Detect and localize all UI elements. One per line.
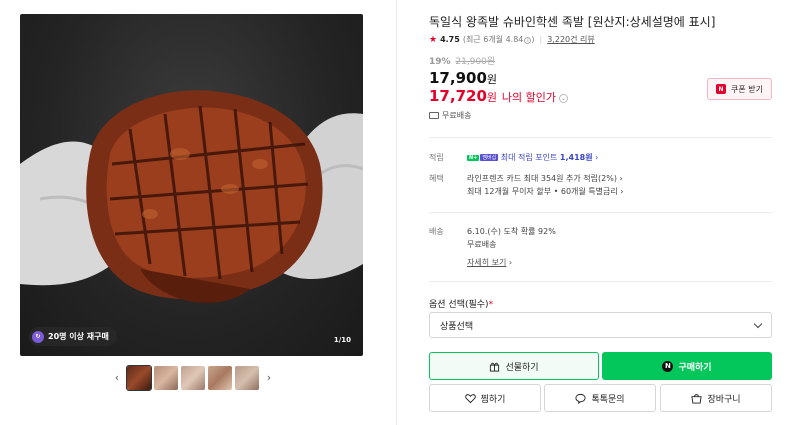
thumbnail-strip: ‹ › <box>110 364 276 391</box>
chevron-down-icon[interactable]: ⌄ <box>558 94 568 103</box>
thumbnail-4[interactable] <box>208 365 232 390</box>
talktalk-label: 톡톡문의 <box>591 394 625 405</box>
product-title: 독일식 왕족발 슈바인학센 족발 [원산지:상세설명에 표시] <box>429 15 716 29</box>
repurchase-badge: ↻ 20명 이상 재구매 <box>29 327 117 346</box>
discount-rate: 19% <box>429 57 451 67</box>
shipping-info: 무료배송 <box>429 110 471 121</box>
option-label: 옵션 선택(필수)* <box>429 300 494 310</box>
points-value[interactable]: N+ 멤버십 최대 적립 포인트 1,418원 › <box>467 152 598 163</box>
divider <box>429 137 772 138</box>
repurchase-icon: ↻ <box>32 330 44 343</box>
wish-button[interactable]: 찜하기 <box>429 384 541 412</box>
original-price: 21,900원 <box>455 57 496 67</box>
wish-label: 찜하기 <box>480 394 506 405</box>
delivery-key: 배송 <box>429 227 444 236</box>
image-page-indicator: 1/10 <box>333 336 351 344</box>
sale-price: 17,900원 <box>429 69 498 87</box>
delivery-more-link[interactable]: 자세히 보기 › <box>467 257 512 268</box>
benefit-line-2[interactable]: 최대 12개월 무이자 할부 • 60개월 특별금리 › <box>467 186 624 197</box>
pork-knuckle-photo <box>20 90 363 303</box>
thumbnail-5[interactable] <box>235 365 259 390</box>
column-divider <box>396 0 397 425</box>
gift-label: 선물하기 <box>505 362 539 373</box>
option-select[interactable]: 상품선택 <box>429 312 772 338</box>
star-icon: ★ <box>429 34 438 45</box>
divider <box>429 281 772 282</box>
cart-label: 장바구니 <box>707 394 741 405</box>
heart-icon <box>464 393 476 403</box>
gift-button[interactable]: 선물하기 <box>429 352 599 380</box>
cart-icon <box>691 393 703 404</box>
thumbnail-1[interactable] <box>126 364 152 391</box>
chat-bubble-icon <box>575 393 586 404</box>
my-price-label: 나의 할인가 <box>501 91 556 104</box>
divider <box>429 212 772 213</box>
points-key: 적립 <box>429 153 444 162</box>
chevron-down-icon <box>753 319 763 328</box>
discount-row: 19% 21,900원 <box>429 54 495 67</box>
rating-score: 4.75 <box>440 35 460 44</box>
coupon-button[interactable]: N 쿠폰 받기 <box>707 78 772 100</box>
thumbnail-2[interactable] <box>154 365 178 390</box>
separator: | <box>539 35 543 44</box>
product-main-image[interactable]: ↻ 20명 이상 재구매 1/10 <box>20 14 363 356</box>
benefit-key: 혜택 <box>429 174 444 183</box>
rating-row: ★ 4.75 (최근 6개월 4.84 i) | 3,220건 리뷰 <box>429 34 595 45</box>
talktalk-button[interactable]: 톡톡문의 <box>544 384 656 412</box>
gift-icon <box>490 362 500 372</box>
coupon-label: 쿠폰 받기 <box>731 84 763 94</box>
option-select-value: 상품선택 <box>440 321 474 332</box>
rating-detail: (최근 6개월 4.84 i) <box>462 35 535 44</box>
my-discount-price[interactable]: 17,720원 나의 할인가 ⌄ <box>429 87 568 105</box>
benefit-line-1[interactable]: 라인프렌즈 카드 최대 354원 추가 적립(2%) › <box>467 173 623 184</box>
delivery-line-1: 6.10.(수) 도착 확률 92% <box>467 227 556 236</box>
coupon-icon: N <box>716 84 727 94</box>
cart-button[interactable]: 장바구니 <box>660 384 772 412</box>
repurchase-badge-text: 20명 이상 재구매 <box>48 332 109 341</box>
buy-button[interactable]: N 구매하기 <box>602 352 772 380</box>
npay-membership-icon: N+ 멤버십 <box>467 154 499 161</box>
buy-label: 구매하기 <box>678 362 712 373</box>
chevron-right-icon[interactable]: › <box>262 371 276 384</box>
shipping-text: 무료배송 <box>442 111 472 120</box>
delivery-line-2: 무료배송 <box>467 240 497 249</box>
review-count-link[interactable]: 3,220건 리뷰 <box>547 34 595 45</box>
thumbnail-3[interactable] <box>181 365 205 390</box>
truck-icon <box>429 112 439 119</box>
naver-pay-icon: N <box>662 360 674 372</box>
info-icon: i <box>524 37 532 44</box>
chevron-left-icon[interactable]: ‹ <box>110 371 124 384</box>
